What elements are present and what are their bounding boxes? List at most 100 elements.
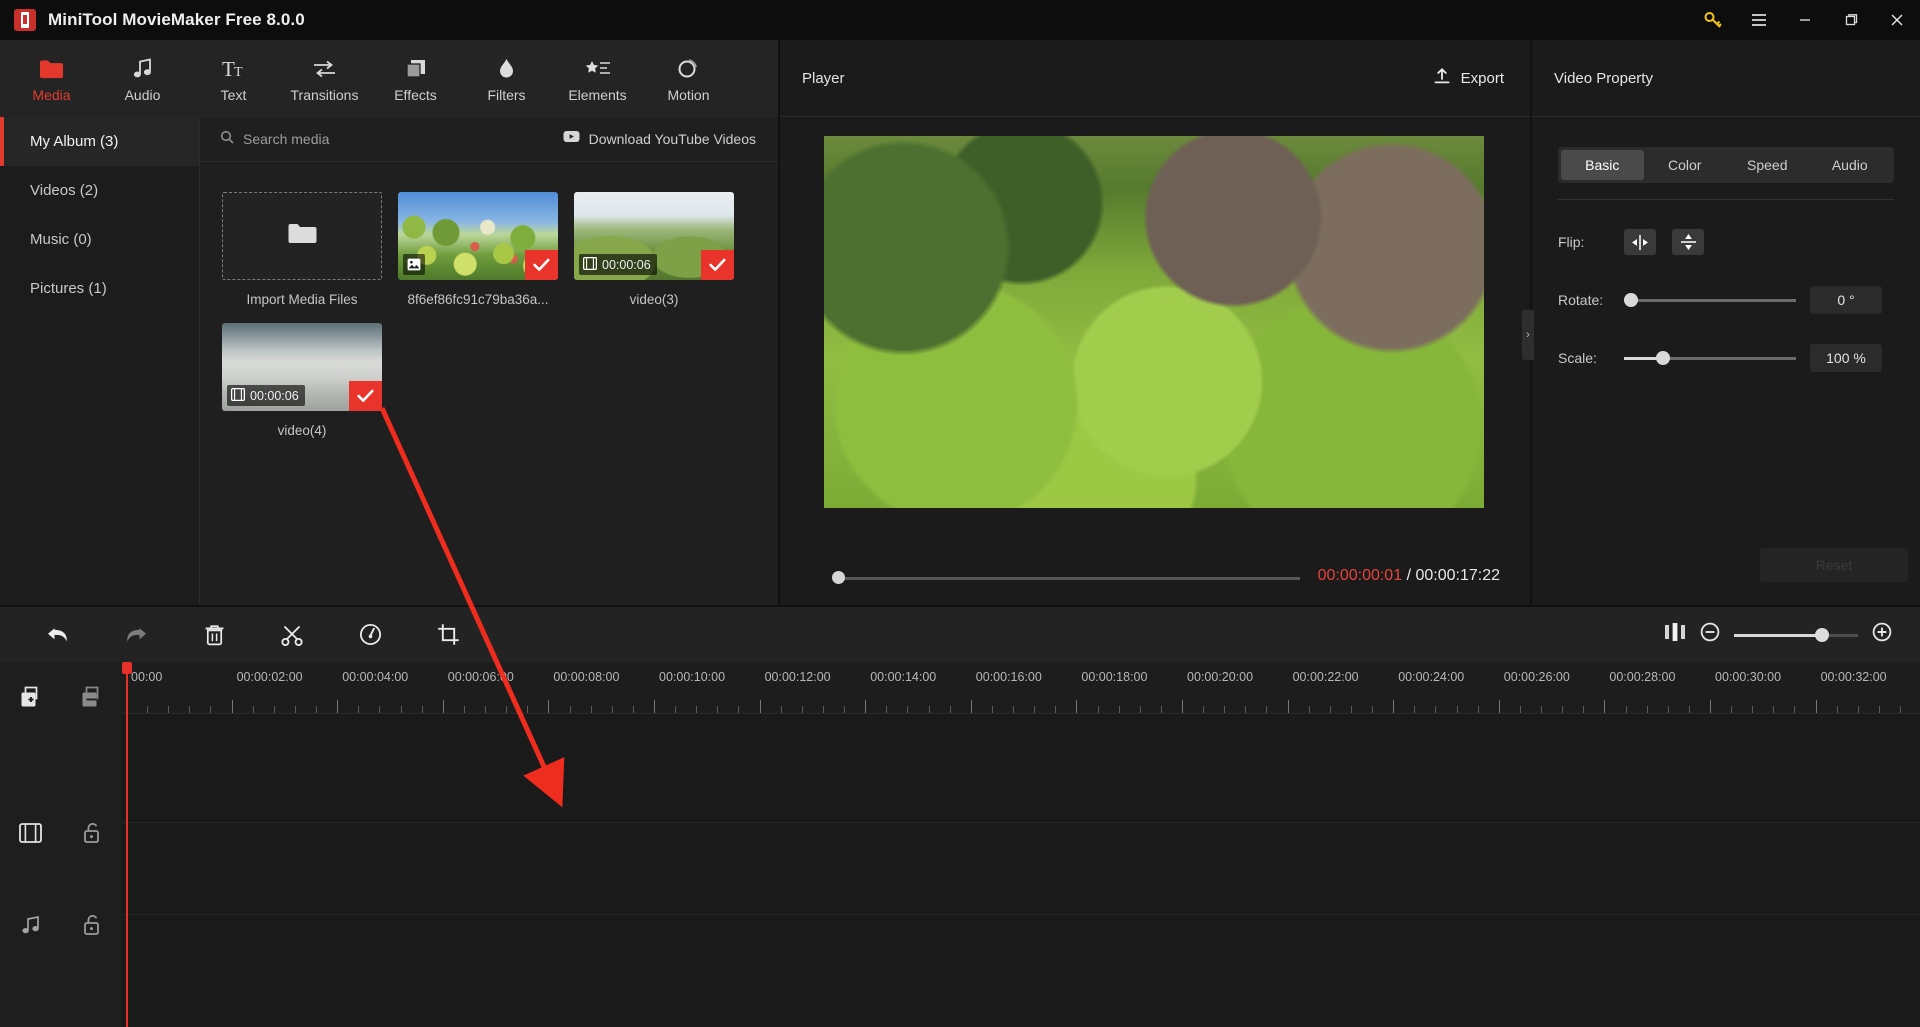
tab-transitions-label: Transitions — [291, 87, 359, 103]
media-item[interactable]: 8f6ef86fc91c79ba36a... — [398, 192, 558, 307]
copy-track-icon[interactable] — [61, 686, 122, 710]
export-button[interactable]: Export — [1433, 67, 1504, 89]
scale-handle[interactable] — [1656, 351, 1670, 365]
ruler-label: 00:00:04:00 — [342, 670, 408, 684]
zoom-out-button[interactable] — [1700, 622, 1720, 647]
sidebar-item-pictures[interactable]: Pictures (1) — [0, 264, 199, 313]
download-youtube-button[interactable]: Download YouTube Videos — [563, 130, 756, 148]
media-thumbnail[interactable] — [398, 192, 558, 280]
unlock-icon[interactable] — [61, 822, 122, 844]
scale-slider[interactable] — [1624, 351, 1796, 365]
search-input[interactable]: Search media — [220, 130, 329, 149]
media-thumbnail[interactable]: 00:00:06 — [574, 192, 734, 280]
tab-speed[interactable]: Speed — [1726, 150, 1809, 180]
seek-handle[interactable] — [832, 571, 845, 584]
media-thumbnail[interactable]: 00:00:06 — [222, 323, 382, 411]
tab-motion-label: Motion — [667, 87, 709, 103]
tab-filters[interactable]: Filters — [461, 40, 552, 117]
tab-speed-label: Speed — [1747, 157, 1787, 173]
menu-icon[interactable] — [1736, 0, 1782, 40]
seek-bar[interactable]: 00:00:00:01 / 00:00:17:22 — [814, 570, 1500, 586]
tab-basic[interactable]: Basic — [1561, 150, 1644, 180]
undo-button[interactable] — [30, 606, 86, 663]
delete-button[interactable] — [186, 606, 242, 663]
tab-color[interactable]: Color — [1644, 150, 1727, 180]
scale-value[interactable]: 100 % — [1810, 344, 1882, 372]
player-header: Player Export — [780, 40, 1530, 117]
tab-motion[interactable]: Motion — [643, 40, 734, 117]
ruler-tick — [781, 706, 782, 713]
sidebar-item-label: Music (0) — [30, 231, 92, 248]
rotate-value[interactable]: 0 ° — [1810, 286, 1882, 314]
ruler-tick — [950, 706, 951, 713]
selected-check-icon[interactable] — [525, 250, 558, 280]
close-button[interactable] — [1874, 0, 1920, 40]
timeline-ruler[interactable]: 00:0000:00:02:0000:00:04:0000:00:06:0000… — [122, 662, 1920, 714]
flip-label: Flip: — [1558, 234, 1624, 250]
key-icon[interactable] — [1690, 0, 1736, 40]
timeline-zoom-slider[interactable] — [1734, 628, 1858, 642]
player-panel: Player Export 00:00:00:01 / 00:00:17:22 — [778, 40, 1530, 605]
rotate-track[interactable] — [1624, 299, 1796, 302]
speed-button[interactable] — [342, 606, 398, 663]
zoom-in-button[interactable] — [1872, 622, 1892, 647]
ruler-tick — [274, 706, 275, 713]
tab-text-label: Text — [221, 87, 247, 103]
sidebar-item-music[interactable]: Music (0) — [0, 215, 199, 264]
sidebar-item-my-album[interactable]: My Album (3) — [0, 117, 199, 166]
selected-check-icon[interactable] — [701, 250, 734, 280]
ruler-label: 00:00:24:00 — [1398, 670, 1464, 684]
flip-horizontal-button[interactable] — [1624, 229, 1656, 255]
film-icon[interactable] — [0, 823, 61, 843]
ruler-tick — [1520, 706, 1521, 713]
selected-check-icon[interactable] — [349, 381, 382, 411]
playhead[interactable] — [126, 662, 128, 1027]
music-icon[interactable] — [0, 915, 61, 936]
redo-button[interactable] — [108, 606, 164, 663]
sidebar-item-label: My Album (3) — [30, 133, 118, 150]
tab-transitions[interactable]: Transitions — [279, 40, 370, 117]
flip-vertical-button[interactable] — [1672, 229, 1704, 255]
property-header: Video Property — [1532, 40, 1920, 117]
seek-track[interactable] — [838, 577, 1300, 580]
add-track-icon[interactable] — [0, 686, 61, 710]
tab-audio[interactable]: Audio — [97, 40, 188, 117]
ruler-tick — [443, 700, 444, 713]
title-bar: MiniTool MovieMaker Free 8.0.0 — [0, 0, 1920, 40]
ruler-label: 00:00:16:00 — [976, 670, 1042, 684]
tab-effects[interactable]: Effects — [370, 40, 461, 117]
collapse-panel-handle[interactable]: › — [1522, 310, 1534, 360]
ruler-tick — [929, 706, 930, 713]
current-time: 00:00:00:01 — [1318, 567, 1403, 584]
main-toolbar: Media Audio TT Text Transitions Effects — [0, 40, 778, 117]
sidebar-item-videos[interactable]: Videos (2) — [0, 166, 199, 215]
ruler-tick — [1414, 706, 1415, 713]
ruler-tick — [506, 706, 507, 713]
rotate-slider[interactable] — [1624, 293, 1796, 307]
split-button[interactable] — [264, 606, 320, 663]
tab-basic-label: Basic — [1585, 157, 1619, 173]
ruler-tick — [1119, 706, 1120, 713]
rotate-handle[interactable] — [1624, 293, 1638, 307]
crop-button[interactable] — [420, 606, 476, 663]
zoom-handle[interactable] — [1815, 628, 1829, 642]
youtube-icon — [563, 130, 580, 148]
import-media-dropzone[interactable] — [222, 192, 382, 280]
media-item[interactable]: 00:00:06 video(4) — [222, 323, 382, 438]
unlock-icon[interactable] — [61, 914, 122, 936]
minimize-button[interactable] — [1782, 0, 1828, 40]
ruler-tick — [865, 700, 866, 713]
import-media-cell[interactable]: Import Media Files — [222, 192, 382, 307]
ruler-tick — [1647, 706, 1648, 713]
tab-elements[interactable]: Elements — [552, 40, 643, 117]
media-item[interactable]: 00:00:06 video(3) — [574, 192, 734, 307]
fit-timeline-icon[interactable] — [1664, 622, 1686, 647]
tab-audio[interactable]: Audio — [1809, 150, 1892, 180]
tab-text[interactable]: TT Text — [188, 40, 279, 117]
maximize-button[interactable] — [1828, 0, 1874, 40]
media-item-name: video(4) — [222, 423, 382, 438]
video-preview[interactable] — [824, 136, 1484, 508]
ruler-tick — [1034, 706, 1035, 713]
reset-button[interactable]: Reset — [1760, 548, 1908, 582]
tab-media[interactable]: Media — [6, 40, 97, 117]
